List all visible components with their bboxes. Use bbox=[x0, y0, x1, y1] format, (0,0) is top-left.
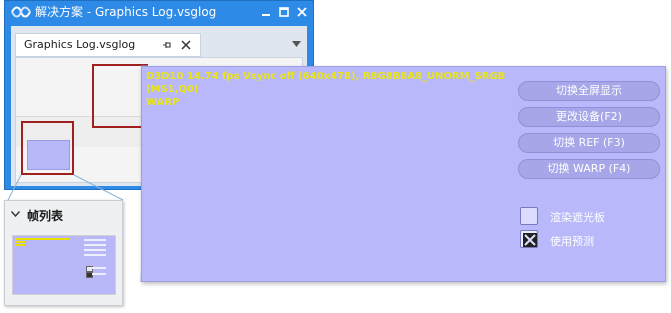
tab-graphics-log[interactable]: Graphics Log.vsglog bbox=[15, 33, 201, 57]
thumbnail-overlay-line bbox=[15, 244, 25, 246]
frame-list-title: 帧列表 bbox=[27, 209, 64, 223]
toggle-ref-button[interactable]: 切换 REF (F3) bbox=[518, 133, 660, 153]
thumbnail-button bbox=[84, 244, 106, 246]
window-title: 解决方案 - Graphics Log.vsglog bbox=[35, 5, 217, 19]
close-icon[interactable] bbox=[295, 5, 309, 19]
maximize-icon[interactable] bbox=[277, 5, 291, 19]
thumbnail-label bbox=[92, 267, 106, 269]
thumbnail-overlay-line bbox=[15, 238, 69, 240]
frame-list-header[interactable]: 帧列表 bbox=[5, 201, 122, 227]
stats-line-3: WARP bbox=[146, 97, 180, 108]
thumbnail-button bbox=[84, 239, 106, 241]
chevron-down-icon[interactable] bbox=[292, 41, 301, 47]
visual-studio-icon bbox=[11, 6, 31, 18]
use-predicate-label: 使用预测 bbox=[550, 235, 594, 248]
stats-line-1: D3D10 14.74 fps Vsync off (640x478), R8G… bbox=[146, 71, 506, 82]
frame-list-panel: 帧列表 bbox=[4, 200, 123, 306]
render-hud-label: 渲染遮光板 bbox=[550, 211, 605, 224]
window-titlebar[interactable]: 解决方案 - Graphics Log.vsglog bbox=[5, 1, 313, 23]
d3d-render-window: D3D10 14.74 fps Vsync off (640x478), R8G… bbox=[141, 66, 666, 282]
thumbnail-button bbox=[84, 254, 106, 256]
render-target-highlight bbox=[92, 64, 148, 128]
toggle-warp-button[interactable]: 切换 WARP (F4) bbox=[518, 159, 660, 179]
chevron-down-icon[interactable] bbox=[11, 211, 20, 217]
checkmark-icon bbox=[523, 233, 537, 247]
thumbnail-label bbox=[92, 273, 106, 275]
pin-icon[interactable] bbox=[162, 40, 172, 50]
change-device-button[interactable]: 更改设备(F2) bbox=[518, 107, 660, 127]
frame-thumbnail-highlight[interactable] bbox=[21, 121, 74, 175]
render-hud-checkbox[interactable] bbox=[520, 207, 538, 225]
stats-line-2: (MS1,Q0) bbox=[146, 84, 199, 95]
close-icon[interactable] bbox=[180, 39, 192, 51]
toggle-fullscreen-button[interactable]: 切换全屏显示 bbox=[518, 81, 660, 101]
tab-label: Graphics Log.vsglog bbox=[24, 38, 136, 51]
thumbnail-button bbox=[84, 249, 106, 251]
use-predicate-checkbox[interactable] bbox=[520, 230, 538, 248]
thumbnail-overlay-line bbox=[15, 241, 25, 243]
frame-list-thumbnail[interactable] bbox=[12, 235, 116, 295]
frame-thumbnail[interactable] bbox=[27, 140, 70, 170]
minimize-icon[interactable] bbox=[259, 5, 273, 19]
